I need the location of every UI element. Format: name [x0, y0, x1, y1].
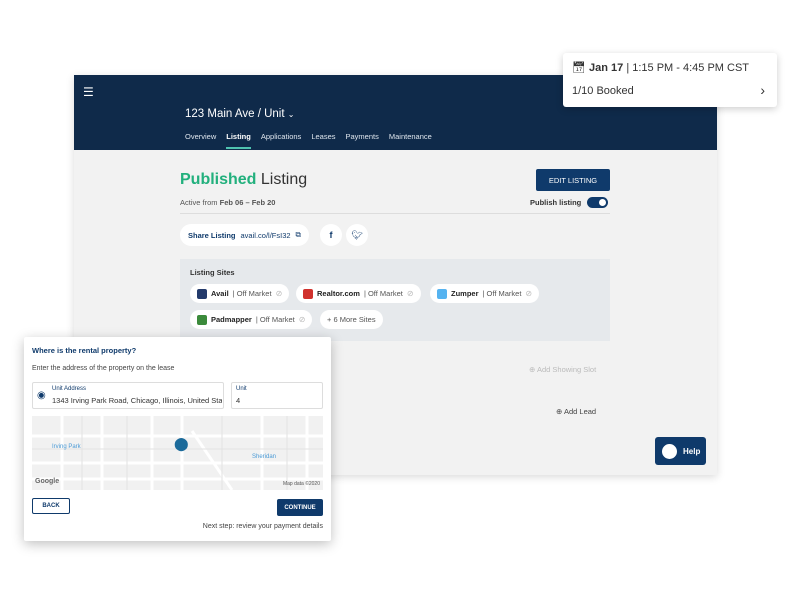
site-name: Zumper — [451, 289, 479, 298]
tab-overview[interactable]: Overview — [185, 132, 216, 149]
help-label: Help — [683, 446, 701, 456]
listing-sites: Listing Sites Avail | Off Market ⊘ Realtor… — [180, 259, 610, 341]
menu-icon[interactable]: ☰ — [83, 85, 94, 99]
add-showing-slot-button[interactable]: ⊕ Add Showing Slot — [529, 365, 596, 374]
plus-circle-icon: ⊕ — [556, 407, 563, 416]
active-range: Feb 06 – Feb 20 — [219, 198, 276, 207]
add-lead-label: Add Lead — [563, 407, 597, 416]
booking-time: 📅︎ Jan 17 | 1:15 PM - 4:45 PM CST — [572, 61, 749, 74]
chevron-right-icon[interactable]: › — [760, 82, 765, 98]
chat-icon — [662, 443, 677, 459]
eye-off-icon[interactable]: ⊘ — [276, 289, 283, 298]
address-field[interactable]: ◉ Unit Address 1343 Irving Park Road, Ch… — [32, 382, 224, 409]
tab-leases[interactable]: Leases — [311, 132, 335, 149]
map-label-irving-park: Irving Park — [52, 444, 81, 450]
more-sites-label: + 6 More Sites — [327, 315, 376, 324]
realtor-logo-icon — [303, 288, 313, 299]
site-chip-realtor[interactable]: Realtor.com | Off Market ⊘ — [296, 284, 421, 303]
help-button[interactable]: Help — [655, 437, 706, 465]
continue-button[interactable]: CONTINUE — [277, 499, 323, 516]
avail-logo-icon — [197, 288, 207, 299]
sites-title: Listing Sites — [190, 268, 235, 277]
address-modal: Where is the rental property? Enter the … — [24, 337, 331, 541]
site-chip-avail[interactable]: Avail | Off Market ⊘ — [190, 284, 290, 303]
site-status: | Off Market — [232, 289, 272, 298]
map-pin-icon: ⬤ — [174, 436, 189, 451]
map-attribution: Map data ©2020 — [282, 481, 320, 487]
site-chip-padmapper[interactable]: Padmapper | Off Market ⊘ — [190, 310, 313, 329]
address-value: 1343 Irving Park Road, Chicago, Illinois… — [52, 396, 222, 405]
eye-off-icon[interactable]: ⊘ — [299, 315, 306, 324]
add-showing-label: Add Showing Slot — [536, 365, 597, 374]
tab-maintenance[interactable]: Maintenance — [389, 132, 432, 149]
active-dates: Active from Feb 06 – Feb 20 — [180, 198, 275, 207]
facebook-icon[interactable]: f — [320, 224, 342, 246]
twitter-icon[interactable]: 🐦︎ — [346, 224, 368, 246]
unit-label: Unit — [236, 386, 247, 392]
publish-toggle[interactable] — [587, 197, 609, 208]
modal-subtitle: Enter the address of the property on the… — [32, 365, 175, 372]
zumper-logo-icon — [437, 288, 447, 299]
unit-field[interactable]: Unit 4 — [231, 382, 323, 409]
eye-off-icon[interactable]: ⊘ — [407, 289, 414, 298]
share-label: Share Listing — [188, 230, 236, 240]
tab-applications[interactable]: Applications — [261, 132, 301, 149]
share-url[interactable]: avail.co/l/FsI32 — [241, 231, 291, 240]
publish-label: Publish listing — [530, 198, 582, 207]
padmapper-logo-icon — [197, 314, 207, 325]
booking-date: Jan 17 — [589, 62, 624, 74]
tabs: Overview Listing Applications Leases Pay… — [185, 132, 432, 149]
page-title: Published Listing — [180, 171, 307, 189]
location-pin-icon: ◉ — [37, 390, 46, 401]
tab-listing[interactable]: Listing — [226, 132, 251, 149]
copy-icon[interactable]: ⧉ — [296, 230, 301, 240]
modal-question: Where is the rental property? — [32, 346, 137, 355]
site-name: Padmapper — [211, 315, 252, 324]
google-logo: Google — [35, 478, 60, 485]
site-name: Realtor.com — [317, 289, 360, 298]
add-lead-button[interactable]: ⊕ Add Lead — [556, 407, 596, 416]
title-text: Listing — [260, 171, 308, 188]
unit-value: 4 — [236, 396, 241, 405]
site-status: | Off Market — [482, 289, 522, 298]
breadcrumb-sep: / — [257, 108, 261, 120]
divider — [180, 213, 610, 214]
active-label: Active from — [180, 198, 218, 207]
status-text: Published — [180, 171, 257, 188]
next-step-text: Next step: review your payment details — [202, 523, 323, 530]
edit-listing-button[interactable]: EDIT LISTING — [536, 169, 610, 191]
breadcrumb-unit[interactable]: Unit — [264, 108, 284, 120]
site-name: Avail — [211, 289, 229, 298]
publish-toggle-row: Publish listing — [530, 197, 609, 208]
map-streets — [32, 416, 323, 490]
breadcrumb-property[interactable]: 123 Main Ave — [185, 108, 254, 120]
more-sites-button[interactable]: + 6 More Sites — [320, 310, 383, 329]
back-button[interactable]: BACK — [32, 498, 70, 514]
booking-card[interactable]: 📅︎ Jan 17 | 1:15 PM - 4:45 PM CST 1/10 B… — [563, 53, 777, 107]
chevron-down-icon[interactable]: ⌄ — [288, 110, 295, 119]
site-status: | Off Market — [363, 289, 403, 298]
share-listing: Share Listing avail.co/l/FsI32 ⧉ — [180, 224, 309, 246]
map[interactable]: ⬤ Irving Park Sheridan Google Map data ©… — [32, 416, 323, 490]
site-chip-zumper[interactable]: Zumper | Off Market ⊘ — [430, 284, 540, 303]
address-label: Unit Address — [52, 386, 87, 392]
eye-off-icon[interactable]: ⊘ — [525, 289, 532, 298]
tab-payments[interactable]: Payments — [346, 132, 379, 149]
calendar-icon: 📅︎ — [572, 62, 586, 74]
breadcrumb[interactable]: 123 Main Ave / Unit ⌄ — [185, 108, 294, 120]
map-label-sheridan: Sheridan — [252, 454, 277, 460]
site-status: | Off Market — [255, 315, 295, 324]
booked-count: 1/10 Booked — [572, 85, 634, 97]
booking-time-range: | 1:15 PM - 4:45 PM CST — [626, 62, 750, 74]
